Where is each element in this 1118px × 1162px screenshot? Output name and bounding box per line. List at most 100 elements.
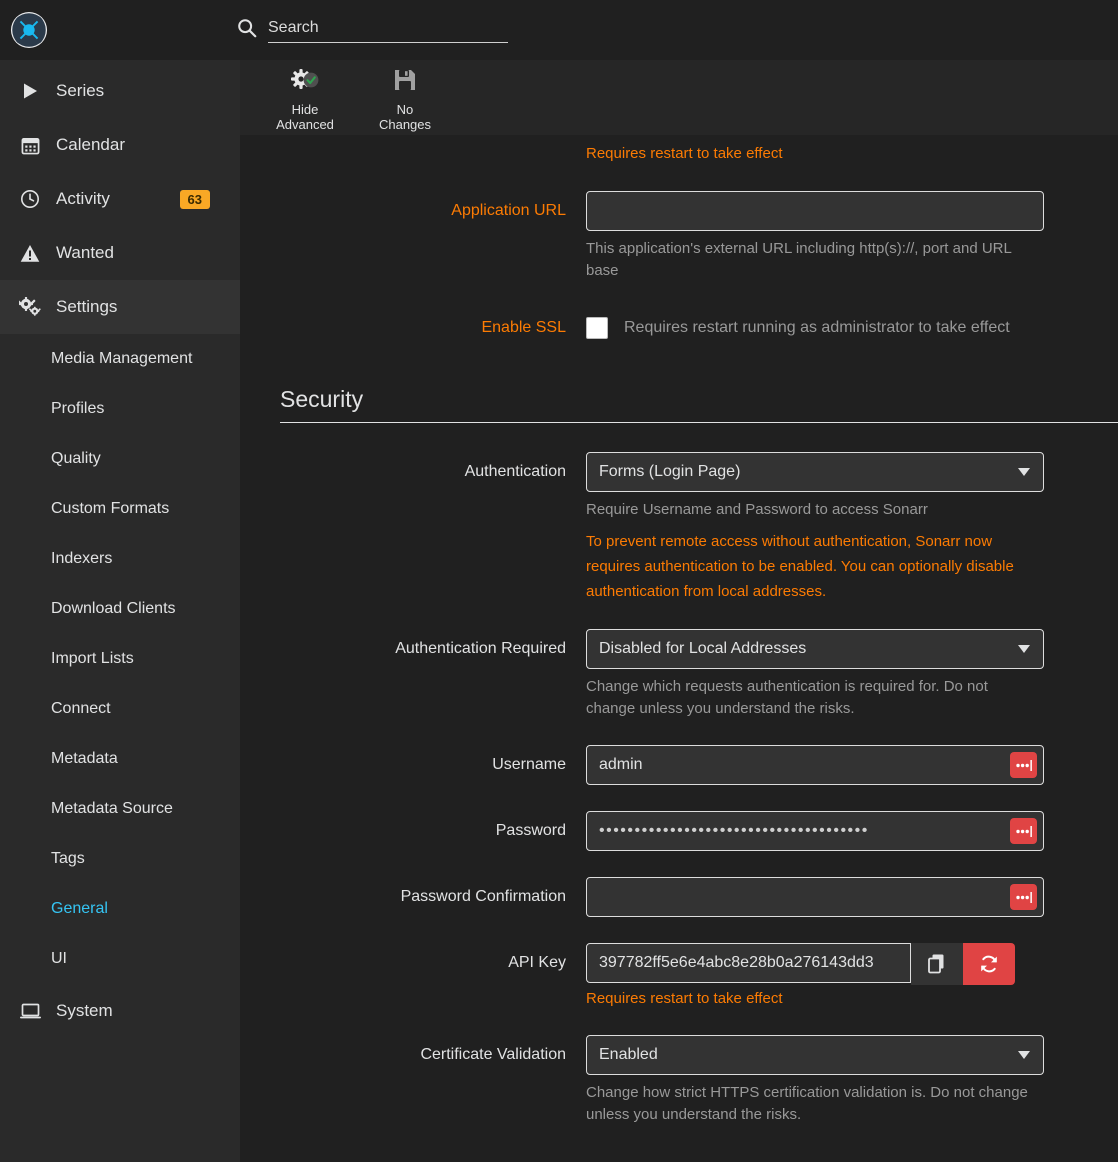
password-input[interactable]: ••••••••••••••••••••••••••••••••••••••	[586, 811, 1044, 851]
save-changes-button[interactable]: No Changes	[362, 63, 448, 132]
sidebar-subitem-label: Metadata Source	[51, 800, 173, 817]
authentication-select-value: Forms (Login Page)	[599, 463, 741, 480]
hide-advanced-button[interactable]: Hide Advanced	[262, 63, 348, 132]
page-toolbar: Hide Advanced No Changes	[240, 60, 1118, 136]
sidebar-subitem-label: Tags	[51, 850, 85, 867]
api-key-label: API Key	[508, 954, 566, 971]
laptop-icon	[18, 999, 42, 1023]
password-confirmation-label: Password Confirmation	[400, 888, 566, 905]
password-manager-button[interactable]	[1010, 752, 1037, 778]
save-disk-icon	[393, 65, 417, 95]
sidebar-subitem-label: Indexers	[51, 550, 113, 567]
enable-ssl-checkbox[interactable]	[586, 317, 608, 339]
application-url-row: Application URL This application's exter…	[260, 191, 1098, 282]
username-input[interactable]	[586, 745, 1044, 785]
sidebar-subitem-label: Profiles	[51, 400, 105, 417]
authentication-row: Authentication Forms (Login Page) Requir…	[260, 452, 1098, 604]
authentication-warning: To prevent remote access without authent…	[586, 533, 1014, 600]
sidebar-subitem-download-clients[interactable]: Download Clients	[0, 584, 240, 634]
top-warning-row: Requires restart to take effect	[260, 144, 1098, 164]
sidebar-subitem-media-management[interactable]: Media Management	[0, 334, 240, 384]
gears-icon	[18, 295, 42, 319]
sidebar-subitem-connect[interactable]: Connect	[0, 684, 240, 734]
sidebar-subitem-indexers[interactable]: Indexers	[0, 534, 240, 584]
authentication-select[interactable]: Forms (Login Page)	[586, 452, 1044, 492]
main-content: Hide Advanced No Changes Requires restar…	[240, 60, 1118, 1162]
sidebar-subitem-general[interactable]: General	[0, 884, 240, 934]
search-area	[236, 17, 508, 43]
username-label: Username	[492, 756, 566, 773]
sidebar-subitem-ui[interactable]: UI	[0, 934, 240, 984]
search-icon[interactable]	[236, 17, 258, 39]
certificate-validation-help: Change how strict HTTPS certification va…	[586, 1084, 1028, 1123]
calendar-icon	[18, 133, 42, 157]
play-icon	[18, 79, 42, 103]
sidebar-item-label: System	[56, 1001, 113, 1020]
sidebar-item-calendar[interactable]: Calendar	[0, 118, 240, 172]
sidebar-subitem-tags[interactable]: Tags	[0, 834, 240, 884]
authentication-required-row: Authentication Required Disabled for Loc…	[260, 629, 1098, 720]
tool-label-line2: Changes	[378, 117, 432, 132]
authentication-required-select[interactable]: Disabled for Local Addresses	[586, 629, 1044, 669]
sidebar-subitem-label: Quality	[51, 450, 101, 467]
tool-label: Hide Advanced	[276, 102, 334, 132]
sidebar-subitem-metadata[interactable]: Metadata	[0, 734, 240, 784]
api-key-warning: Requires restart to take effect	[586, 990, 783, 1007]
regenerate-api-key-button[interactable]	[963, 943, 1015, 985]
password-masked-value: ••••••••••••••••••••••••••••••••••••••	[599, 822, 869, 839]
application-url-input[interactable]	[586, 191, 1044, 231]
certificate-validation-label: Certificate Validation	[420, 1046, 566, 1063]
sidebar-subitem-label: Import Lists	[51, 650, 134, 667]
sidebar-subitem-label: Custom Formats	[51, 500, 170, 517]
enable-ssl-label: Enable SSL	[481, 319, 566, 336]
sidebar-item-wanted[interactable]: Wanted	[0, 226, 240, 280]
password-confirmation-input[interactable]	[586, 877, 1044, 917]
logo-area[interactable]	[0, 0, 240, 60]
api-key-input[interactable]	[586, 943, 911, 983]
sidebar-item-label: Activity	[56, 189, 110, 208]
status-badge: 63	[179, 189, 210, 209]
tool-label-line2: Advanced	[276, 117, 334, 132]
clock-icon	[18, 187, 42, 211]
certificate-validation-row: Certificate Validation Enabled Change ho…	[260, 1035, 1098, 1126]
search-input[interactable]	[268, 17, 508, 43]
certificate-validation-select[interactable]: Enabled	[586, 1035, 1044, 1075]
sidebar-item-series[interactable]: Series	[0, 64, 240, 118]
authentication-required-help: Change which requests authentication is …	[586, 678, 988, 717]
password-manager-button[interactable]	[1010, 818, 1037, 844]
refresh-icon	[981, 955, 997, 973]
password-manager-icon	[1015, 891, 1032, 903]
sidebar-subitem-import-lists[interactable]: Import Lists	[0, 634, 240, 684]
sidebar-item-label: Settings	[56, 297, 118, 316]
sidebar-item-label: Calendar	[56, 135, 125, 154]
sidebar: Series Calendar Activity 63 Wanted Setti…	[0, 60, 240, 1162]
sidebar-subitem-custom-formats[interactable]: Custom Formats	[0, 484, 240, 534]
sidebar-subitem-quality[interactable]: Quality	[0, 434, 240, 484]
copy-api-key-button[interactable]	[911, 943, 963, 985]
sidebar-item-settings[interactable]: Settings	[0, 280, 240, 334]
warning-icon	[18, 241, 42, 265]
application-url-label: Application URL	[451, 202, 566, 219]
copy-icon	[928, 954, 944, 974]
security-section-header: Security	[260, 386, 1118, 423]
sidebar-subitem-profiles[interactable]: Profiles	[0, 384, 240, 434]
password-manager-icon	[1015, 825, 1032, 837]
password-confirmation-row: Password Confirmation	[260, 877, 1098, 917]
sonarr-logo[interactable]	[10, 11, 48, 49]
sidebar-item-activity[interactable]: Activity 63	[0, 172, 240, 226]
authentication-help: Require Username and Password to access …	[586, 501, 928, 518]
password-row: Password •••••••••••••••••••••••••••••••…	[260, 811, 1098, 851]
sidebar-subitem-metadata-source[interactable]: Metadata Source	[0, 784, 240, 834]
enable-ssl-checkbox-text: Requires restart running as administrato…	[624, 319, 1010, 336]
tool-label-line1: No	[396, 102, 414, 117]
sidebar-subitem-label: General	[51, 900, 108, 917]
certificate-validation-select-value: Enabled	[599, 1046, 658, 1063]
settings-form: Requires restart to take effect Applicat…	[240, 144, 1118, 1162]
section-title: Security	[280, 386, 1118, 423]
sidebar-item-system[interactable]: System	[0, 984, 240, 1038]
password-manager-icon	[1015, 759, 1032, 771]
enable-ssl-row: Enable SSL Requires restart running as a…	[260, 308, 1098, 348]
password-manager-button[interactable]	[1010, 884, 1037, 910]
sidebar-subitem-label: Connect	[51, 700, 111, 717]
sidebar-subitem-label: Download Clients	[51, 600, 176, 617]
